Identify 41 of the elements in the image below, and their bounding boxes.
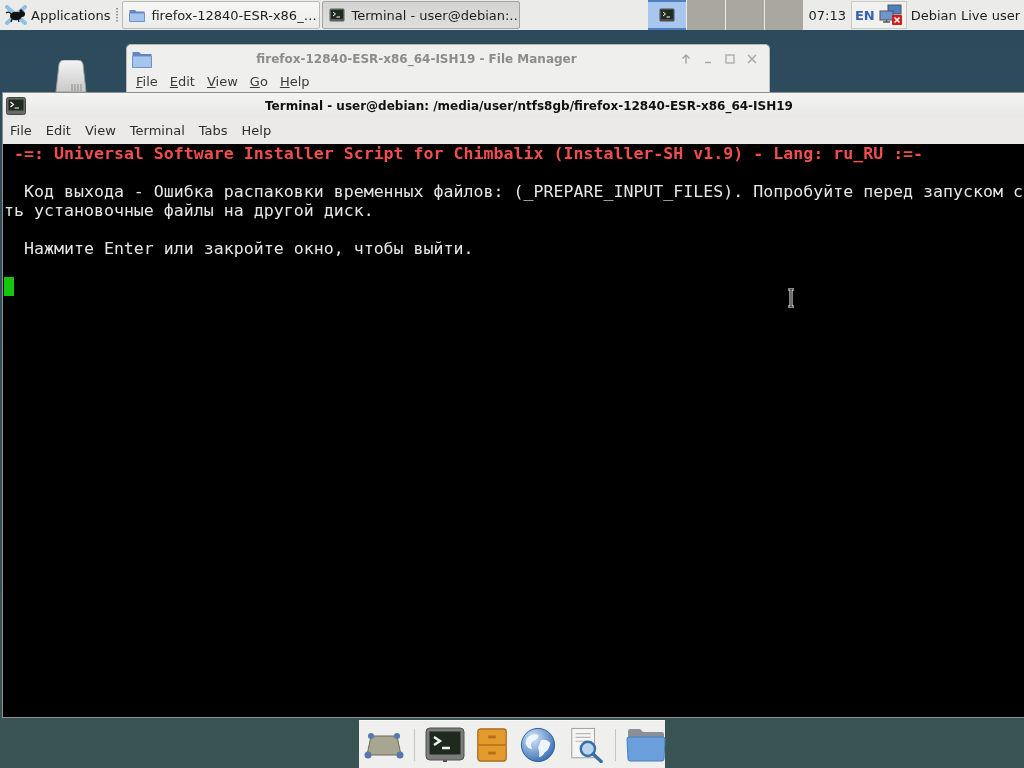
mouse-icon <box>4 5 28 25</box>
user-menu[interactable]: Debian Live user <box>910 7 1020 23</box>
terminal-icon <box>329 8 346 22</box>
menu-item[interactable]: Edit <box>38 121 78 141</box>
workspace-button[interactable] <box>647 0 686 30</box>
globe-icon[interactable] <box>519 726 557 763</box>
terminal-icon[interactable] <box>425 726 465 763</box>
maximize-icon[interactable] <box>725 53 735 64</box>
network-icon[interactable] <box>878 4 903 26</box>
terminal-line: ть установочные файлы на другой диск. <box>4 201 374 220</box>
folder-icon[interactable] <box>626 726 666 763</box>
taskbar-button[interactable]: Terminal - user@debian:… <box>322 1 521 29</box>
filing-cabinet-icon[interactable] <box>475 726 509 763</box>
menu-item[interactable]: File <box>3 121 39 141</box>
text-cursor-icon <box>786 288 796 308</box>
text-cursor <box>4 277 14 296</box>
menu-item[interactable]: File <box>130 73 164 91</box>
folder-icon <box>129 8 146 22</box>
folder-icon <box>132 49 152 68</box>
menu-item[interactable]: Edit <box>163 73 201 91</box>
menu-item[interactable]: Tabs <box>191 121 235 141</box>
close-icon[interactable] <box>747 53 757 64</box>
menu-item[interactable]: Help <box>234 121 279 141</box>
terminal-line: Код выхода - Ошибка распаковки временных файлов: (_PREPARE_INPUT_FILES). Попробуйте перед запуском с <box>23 182 1023 201</box>
arrow-up-icon[interactable] <box>681 53 691 64</box>
clock[interactable]: 07:13 <box>808 7 846 23</box>
terminal-icon[interactable] <box>658 8 675 22</box>
menu-item[interactable]: View <box>200 73 244 91</box>
terminal-line: Нажмите Enter или закройте окно, чтобы выйти. <box>23 239 474 258</box>
window-title: firefox-12840-ESR-x86_64-ISH19 - File Manager <box>255 51 578 66</box>
terminal-line: -=: Universal Software Installer Script for Chimbalix (Installer-SH v1.9) - Lang: ru_RU :=- <box>14 144 924 163</box>
keyboard-layout[interactable]: EN <box>855 7 875 23</box>
window-title: Terminal - user@debian: /media/user/ntfs8gb/firefox-12840-ESR-x86_64-ISH19 <box>265 98 793 113</box>
menu-item[interactable]: View <box>77 121 123 141</box>
terminal-icon <box>6 96 26 115</box>
menu-item[interactable]: Help <box>273 73 316 91</box>
grip-icon[interactable] <box>116 8 120 22</box>
taskbar-button[interactable]: firefox-12840-ESR-x86_… <box>122 1 321 29</box>
menu-item[interactable]: Terminal <box>122 121 192 141</box>
applications-menu[interactable]: Applications <box>0 1 113 29</box>
menu-item[interactable]: Go <box>243 73 274 91</box>
